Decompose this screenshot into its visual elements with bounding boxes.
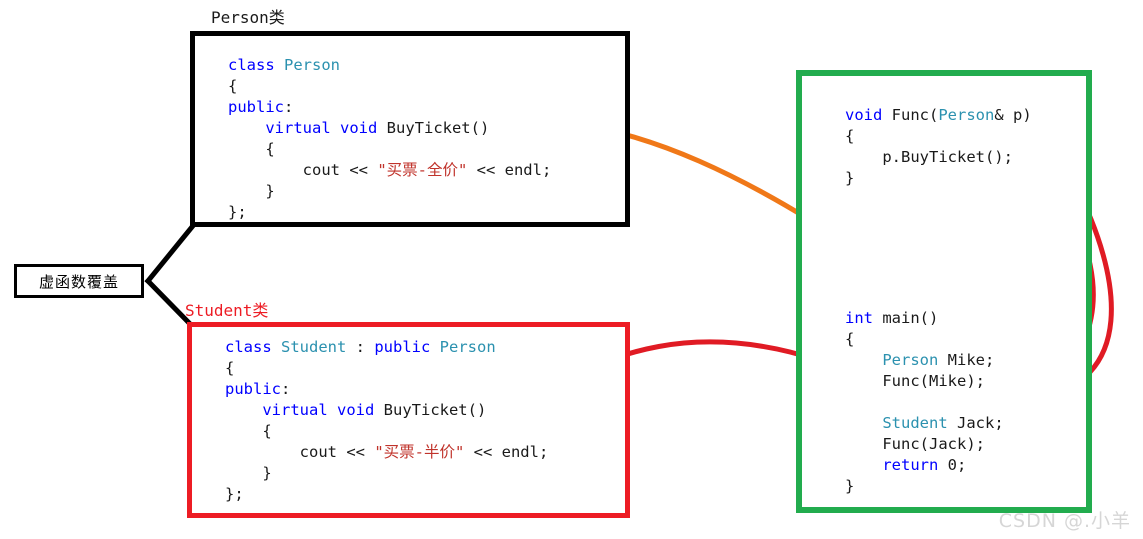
code-token: p.BuyTicket(); bbox=[845, 148, 1013, 166]
code-line: class Person bbox=[228, 55, 551, 76]
code-line: public: bbox=[228, 97, 551, 118]
code-line: cout << "买票-半价" << endl; bbox=[225, 442, 549, 463]
code-token: << endl; bbox=[467, 161, 552, 179]
code-token: return bbox=[882, 456, 948, 474]
code-line: void Func(Person& p) bbox=[845, 105, 1032, 126]
code-token: } bbox=[228, 182, 275, 200]
code-token: void bbox=[845, 106, 892, 124]
code-line: Person Mike; bbox=[845, 350, 1004, 371]
code-token: : bbox=[281, 380, 291, 398]
code-line: } bbox=[845, 476, 1004, 497]
code-line: p.BuyTicket(); bbox=[845, 147, 1032, 168]
student-class-caption: Student类 bbox=[185, 301, 269, 320]
person-class-code: class Person{public: virtual void BuyTic… bbox=[228, 55, 551, 223]
code-token: virtual void bbox=[262, 401, 384, 419]
code-line: int main() bbox=[845, 308, 1004, 329]
diagram-canvas: 虚函数覆盖 Person类 Student类 class Person{publ… bbox=[0, 0, 1143, 539]
code-token: }; bbox=[225, 485, 244, 503]
student-class-code: class Student : public Person{public: vi… bbox=[225, 337, 548, 505]
code-line: } bbox=[225, 463, 548, 484]
code-token: : bbox=[284, 98, 294, 116]
code-line: } bbox=[845, 168, 1032, 189]
person-class-caption: Person类 bbox=[211, 8, 285, 27]
code-token: { bbox=[225, 359, 235, 377]
code-token: { bbox=[228, 77, 238, 95]
code-token: cout << bbox=[225, 443, 375, 461]
code-token: Person bbox=[938, 106, 995, 124]
code-token: class bbox=[228, 56, 284, 74]
code-token: { bbox=[225, 422, 272, 440]
code-line: class Student : public Person bbox=[225, 337, 548, 358]
code-token: : bbox=[346, 338, 375, 356]
code-token: Func(Jack); bbox=[845, 435, 985, 453]
code-line: { bbox=[228, 139, 551, 160]
code-line: cout << "买票-全价" << endl; bbox=[228, 160, 552, 181]
code-token: { bbox=[228, 140, 275, 158]
code-line: return 0; bbox=[845, 455, 1004, 476]
code-token: public bbox=[374, 338, 440, 356]
code-line: { bbox=[228, 76, 551, 97]
code-token: public bbox=[225, 380, 281, 398]
code-token: "买票-半价" bbox=[374, 443, 465, 461]
code-token: int bbox=[845, 309, 883, 327]
code-token: { bbox=[845, 127, 855, 145]
code-token: Student bbox=[281, 338, 347, 356]
code-token: }; bbox=[228, 203, 247, 221]
code-line: Func(Mike); bbox=[845, 371, 1004, 392]
code-line: { bbox=[225, 421, 548, 442]
code-line: virtual void BuyTicket() bbox=[225, 400, 548, 421]
code-token: } bbox=[845, 477, 855, 495]
code-token: main() bbox=[882, 309, 939, 327]
main-function-code: int main(){ Person Mike; Func(Mike); Stu… bbox=[845, 308, 1004, 497]
code-line: Student Jack; bbox=[845, 413, 1004, 434]
code-token: public bbox=[228, 98, 284, 116]
code-token: Mike; bbox=[938, 351, 995, 369]
code-line: } bbox=[228, 181, 551, 202]
virtual-override-label-text: 虚函数覆盖 bbox=[38, 272, 119, 291]
code-token: & p) bbox=[994, 106, 1032, 124]
code-token: virtual void bbox=[265, 119, 387, 137]
code-token: cout << bbox=[228, 161, 378, 179]
code-token: class bbox=[225, 338, 281, 356]
code-token: BuyTicket() bbox=[386, 119, 490, 137]
code-token: "买票-全价" bbox=[377, 161, 468, 179]
code-token: } bbox=[845, 169, 855, 187]
code-token: Person bbox=[439, 338, 496, 356]
code-token: Func(Mike); bbox=[845, 372, 985, 390]
code-line: public: bbox=[225, 379, 548, 400]
code-token: Func( bbox=[891, 106, 939, 124]
code-token: Student bbox=[882, 414, 948, 432]
code-line: }; bbox=[225, 484, 548, 505]
code-token: 0; bbox=[947, 456, 967, 474]
code-token: { bbox=[845, 330, 855, 348]
virtual-override-label-box: 虚函数覆盖 bbox=[14, 264, 144, 298]
code-token: << endl; bbox=[464, 443, 549, 461]
code-line: }; bbox=[228, 202, 551, 223]
code-line: virtual void BuyTicket() bbox=[228, 118, 551, 139]
code-line: Func(Jack); bbox=[845, 434, 1004, 455]
code-line: { bbox=[225, 358, 548, 379]
code-token: Person bbox=[284, 56, 340, 74]
code-line: { bbox=[845, 329, 1004, 350]
code-token: BuyTicket() bbox=[383, 401, 487, 419]
code-line: { bbox=[845, 126, 1032, 147]
code-token: } bbox=[225, 464, 272, 482]
code-token: Person bbox=[882, 351, 939, 369]
func-definition-code: void Func(Person& p){ p.BuyTicket();} bbox=[845, 105, 1032, 189]
csdn-watermark: CSDN @.小羊 bbox=[998, 510, 1131, 532]
code-token: Jack; bbox=[947, 414, 1004, 432]
